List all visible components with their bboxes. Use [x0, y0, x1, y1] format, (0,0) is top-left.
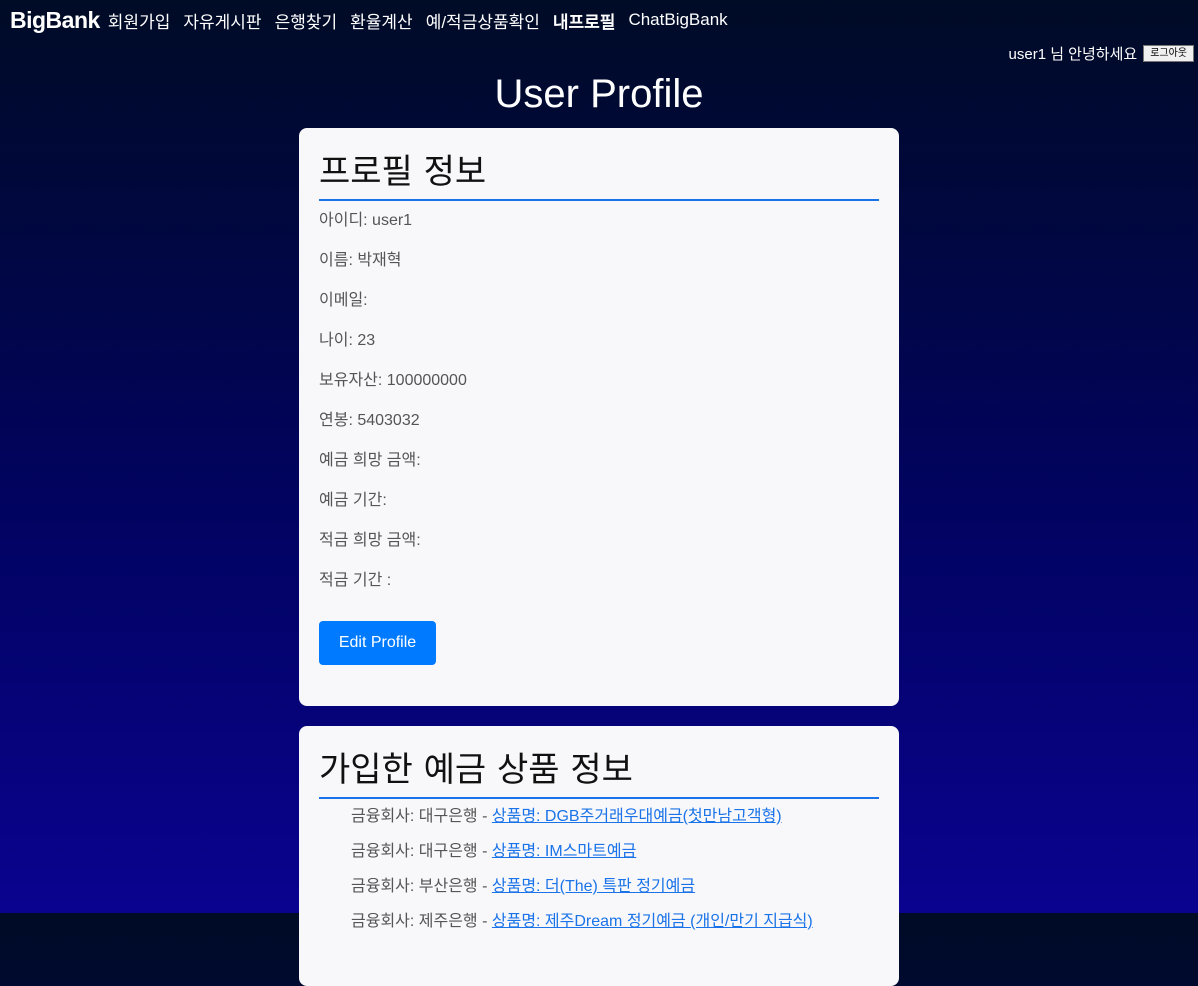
- nav-chatbigbank[interactable]: ChatBigBank: [628, 10, 727, 30]
- field-savings-amount: 적금 희망 금액:: [319, 532, 421, 549]
- list-item: 금융회사: 대구은행 - 상품명: DGB주거래우대예금(첫만남고객형): [351, 807, 879, 842]
- nav-links: 회원가입 자유게시판 은행찾기 환율계산 예/적금상품확인 내프로필 ChatB…: [108, 8, 741, 33]
- field-age: 나이: 23: [319, 332, 376, 349]
- field-salary: 연봉: 5403032: [319, 412, 420, 429]
- profile-heading: 프로필 정보: [319, 128, 879, 201]
- profile-card: 프로필 정보 아이디: user1 이름: 박재혁 이메일: 나이: 23 보유…: [299, 128, 899, 706]
- greeting-text: user1 님 안녕하세요: [1008, 46, 1138, 63]
- field-id: 아이디: user1: [319, 212, 413, 229]
- field-deposit-period: 예금 기간:: [319, 492, 387, 509]
- top-navbar: BigBank 회원가입 자유게시판 은행찾기 환율계산 예/적금상품확인 내프…: [0, 0, 1198, 40]
- nav-my-profile[interactable]: 내프로필: [553, 8, 616, 33]
- bigbank-logo[interactable]: BigBank: [10, 7, 100, 34]
- products-card: 가입한 예금 상품 정보 금융회사: 대구은행 - 상품명: DGB주거래우대예…: [299, 726, 899, 986]
- logout-button[interactable]: 로그아웃: [1143, 45, 1194, 62]
- product-company: 금융회사: 대구은행 -: [351, 808, 492, 825]
- list-item: 금융회사: 부산은행 - 상품명: 더(The) 특판 정기예금: [351, 877, 879, 912]
- profile-fields: 아이디: user1 이름: 박재혁 이메일: 나이: 23 보유자산: 100…: [319, 212, 879, 612]
- field-assets: 보유자산: 100000000: [319, 372, 467, 389]
- product-company: 금융회사: 제주은행 -: [351, 913, 492, 930]
- page-title: User Profile: [494, 72, 704, 116]
- field-name: 이름: 박재혁: [319, 252, 402, 269]
- field-deposit-amount: 예금 희망 금액:: [319, 452, 421, 469]
- product-link[interactable]: 상품명: 제주Dream 정기예금 (개인/만기 지급식): [492, 913, 813, 930]
- nav-signup[interactable]: 회원가입: [108, 8, 171, 33]
- product-company: 금융회사: 부산은행 -: [351, 878, 492, 895]
- nav-board[interactable]: 자유게시판: [183, 8, 261, 33]
- edit-profile-button[interactable]: Edit Profile: [319, 621, 436, 665]
- product-link[interactable]: 상품명: 더(The) 특판 정기예금: [492, 878, 695, 895]
- nav-products[interactable]: 예/적금상품확인: [426, 8, 540, 33]
- user-bar: user1 님 안녕하세요 로그아웃: [1009, 43, 1194, 64]
- product-list: 금융회사: 대구은행 - 상품명: DGB주거래우대예금(첫만남고객형) 금융회…: [319, 807, 879, 947]
- list-item: 금융회사: 제주은행 - 상품명: 제주Dream 정기예금 (개인/만기 지급…: [351, 912, 879, 947]
- product-link[interactable]: 상품명: DGB주거래우대예금(첫만남고객형): [492, 808, 782, 825]
- list-item: 금융회사: 대구은행 - 상품명: IM스마트예금: [351, 842, 879, 877]
- field-email: 이메일:: [319, 292, 368, 309]
- nav-find-bank[interactable]: 은행찾기: [275, 8, 338, 33]
- field-savings-period: 적금 기간 :: [319, 572, 392, 589]
- products-heading: 가입한 예금 상품 정보: [319, 726, 879, 799]
- nav-exchange[interactable]: 환율계산: [350, 8, 413, 33]
- product-company: 금융회사: 대구은행 -: [351, 843, 492, 860]
- product-link[interactable]: 상품명: IM스마트예금: [492, 843, 636, 860]
